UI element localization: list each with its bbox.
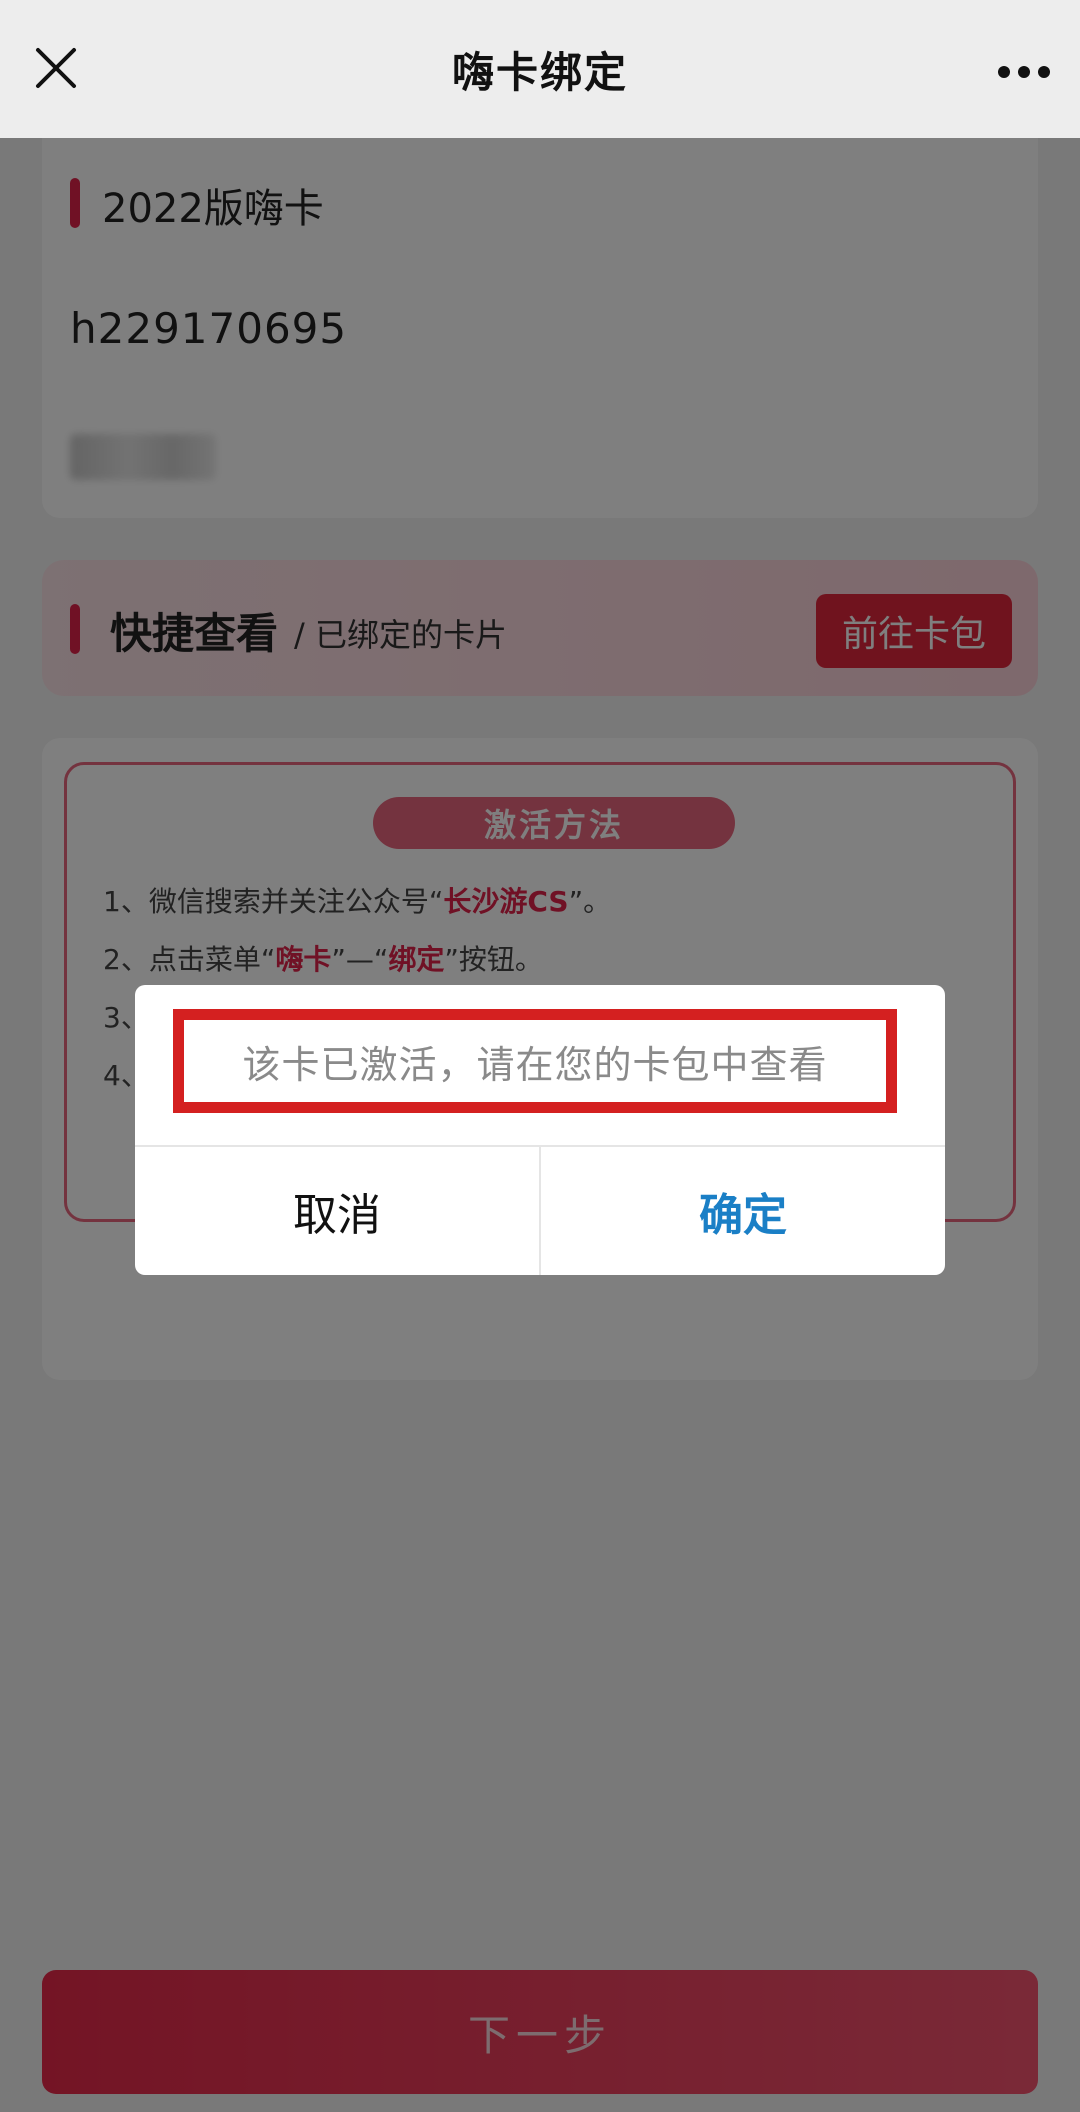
page-title: 嗨卡绑定 xyxy=(451,47,628,97)
close-icon xyxy=(36,48,76,88)
top-navigation-bar: 嗨卡绑定 xyxy=(0,0,1080,138)
alert-dialog: 该卡已激活，请在您的卡包中查看 取消 确定 xyxy=(135,985,945,1275)
message-highlight-box: 该卡已激活，请在您的卡包中查看 xyxy=(173,1009,897,1113)
more-options-button[interactable] xyxy=(992,44,1056,100)
dialog-message: 该卡已激活，请在您的卡包中查看 xyxy=(242,1042,828,1087)
cancel-button[interactable]: 取消 xyxy=(135,1147,539,1275)
confirm-button[interactable]: 确定 xyxy=(541,1147,945,1275)
close-button[interactable] xyxy=(28,40,84,96)
more-dots-icon xyxy=(998,66,1050,78)
